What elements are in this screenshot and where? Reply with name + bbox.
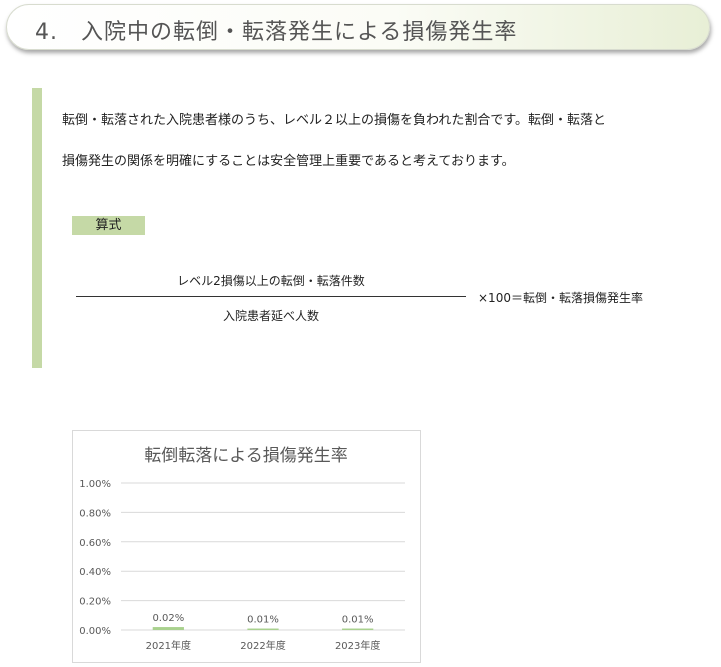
x-tick-label: 2022年度 <box>240 639 285 652</box>
y-tick-label: 0.00% <box>79 626 111 637</box>
data-label: 0.02% <box>152 613 184 624</box>
y-tick-label: 0.40% <box>79 567 111 578</box>
page-title: 4. 入院中の転倒・転落発生による損傷発生率 <box>35 20 518 45</box>
formula-numerator: レベル2損傷以上の転倒・転落件数 <box>177 274 365 288</box>
chart-bar <box>152 627 184 630</box>
chart-title: 転倒転落による損傷発生率 <box>144 446 348 466</box>
injury-rate-chart: 転倒転落による損傷発生率 0.00% 0.20% 0.40% 0.60% 0.80% 1.… <box>72 430 421 663</box>
x-tick-label: 2023年度 <box>335 639 380 652</box>
chart-bar <box>247 628 279 630</box>
fraction-line <box>76 296 466 297</box>
y-tick-label: 0.60% <box>79 538 111 549</box>
chart-gridlines <box>121 482 405 631</box>
y-tick-label: 0.80% <box>79 508 111 519</box>
chart-x-axis: 2021年度 2022年度 2023年度 <box>146 639 381 652</box>
formula-denominator: 入院患者延べ人数 <box>222 309 319 323</box>
x-tick-label: 2021年度 <box>146 639 191 652</box>
accent-bar <box>32 88 42 368</box>
chart-y-axis: 0.00% 0.20% 0.40% 0.60% 0.80% 1.00% <box>79 479 111 637</box>
formula-label: 算式 <box>72 216 145 235</box>
data-label: 0.01% <box>247 615 279 626</box>
description-line-2: 損傷発生の関係を明確にすることは安全管理上重要であると考えております。 <box>62 154 515 169</box>
chart-bar <box>342 628 374 630</box>
description-line-1: 転倒・転落された入院患者様のうち、レベル２以上の損傷を負われた割合です。転倒・転… <box>62 113 607 128</box>
chart-canvas: 転倒転落による損傷発生率 0.00% 0.20% 0.40% 0.60% 0.80% 1.… <box>79 446 405 652</box>
data-label: 0.01% <box>342 615 374 626</box>
title-banner: 4. 入院中の転倒・転落発生による損傷発生率 <box>6 4 710 50</box>
chart-data-labels: 0.02% 0.01% 0.01% <box>152 613 373 625</box>
description-section: 転倒・転落された入院患者様のうち、レベル２以上の損傷を負われた割合です。転倒・転… <box>32 88 692 368</box>
formula-result: ×100＝転倒・転落損傷発生率 <box>478 291 643 305</box>
y-tick-label: 1.00% <box>79 479 111 490</box>
y-tick-label: 0.20% <box>79 597 111 608</box>
